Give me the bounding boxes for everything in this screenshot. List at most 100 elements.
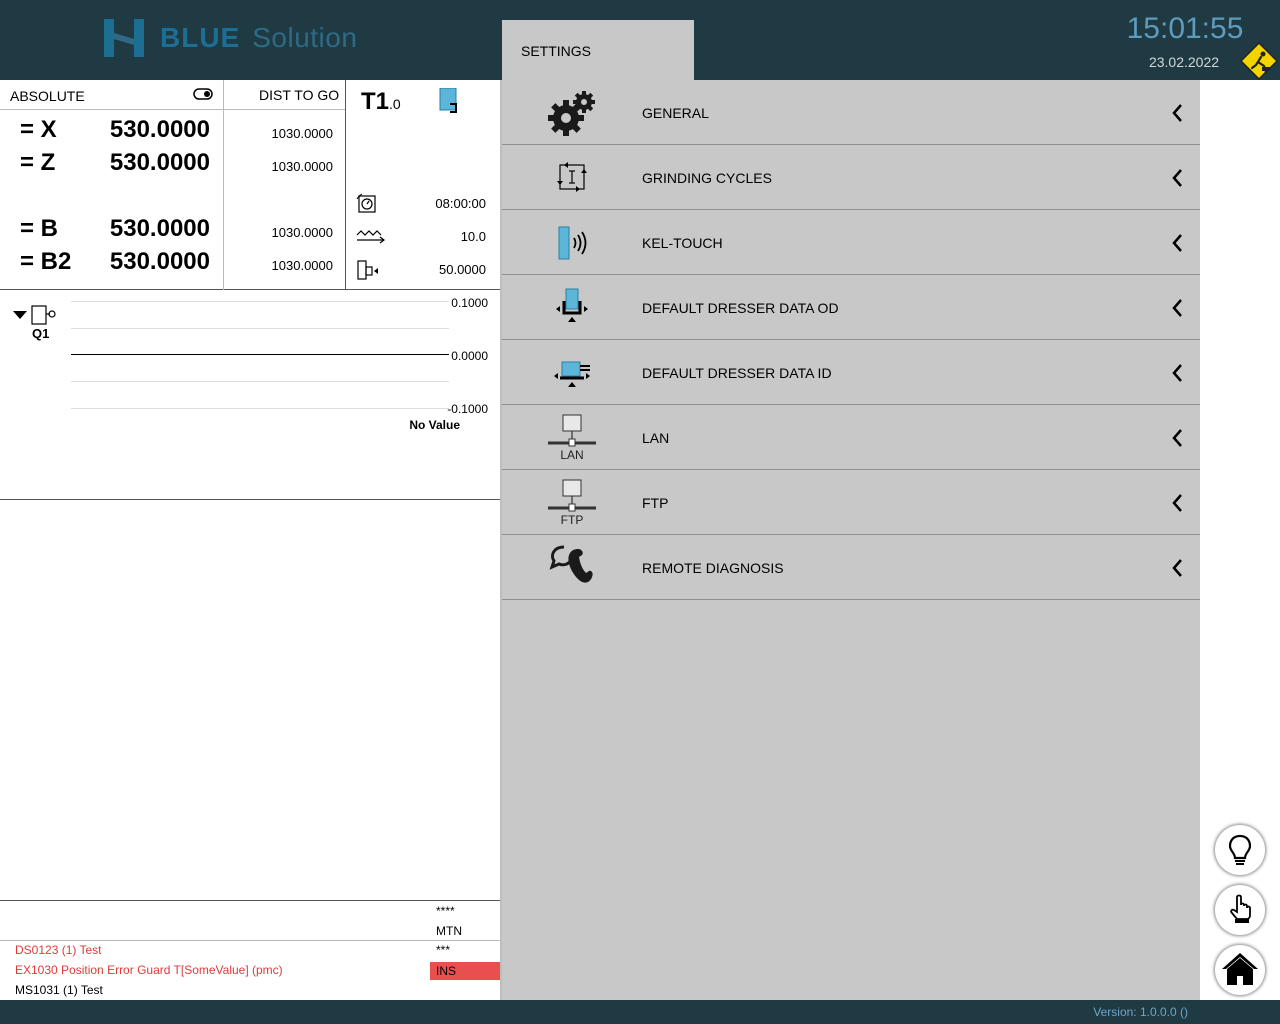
brand-logo: BLUE Solution <box>104 18 357 58</box>
axis-row-b2: = B2 530.0000 <box>0 248 224 278</box>
tool-info: T1.0 08:00:00 10.0 50.0000 <box>346 80 500 290</box>
axis-value: 530.0000 <box>109 116 210 143</box>
ftp-icon-caption: FTP <box>561 513 584 527</box>
chevron-left-icon <box>1172 169 1182 187</box>
axis-row-z: = Z 530.0000 <box>0 149 224 179</box>
axis-name: = B2 <box>20 248 72 275</box>
dresser-od-icon <box>556 288 588 322</box>
settings-item-label: GENERAL <box>642 105 709 121</box>
settings-item-ftp[interactable]: FTP FTP <box>502 470 1200 535</box>
chevron-left-icon <box>1172 494 1182 512</box>
message-list: **** MTN *** DS0123 (1) Test EX1030 Posi… <box>0 900 500 1000</box>
axis-value: 530.0000 <box>109 215 210 242</box>
settings-item-kel-touch[interactable]: KEL-TOUCH <box>502 210 1200 275</box>
position-display: ABSOLUTE = X 530.0000 = Z 530.0000 = B 5… <box>0 80 500 290</box>
settings-item-lan[interactable]: LAN LAN <box>502 405 1200 470</box>
cycle-time-row: 08:00:00 <box>356 193 486 215</box>
message-separator <box>0 940 500 941</box>
graph-zero-line <box>71 354 449 355</box>
axis-name: = B <box>20 215 59 242</box>
grinding-wheel-icon <box>439 88 457 113</box>
dist-to-go-b2: 1030.0000 <box>271 258 333 273</box>
manual-operation-button[interactable] <box>1215 885 1265 935</box>
hint-button[interactable] <box>1215 825 1265 875</box>
graph-gridline <box>71 328 449 329</box>
graph-gridline <box>71 381 449 382</box>
settings-item-dresser-od[interactable]: DEFAULT DRESSER DATA OD <box>502 275 1200 340</box>
cycle-time-value: 08:00:00 <box>435 196 486 211</box>
axis-row-b: = B 530.0000 <box>0 215 224 245</box>
dresser-id-icon <box>554 361 590 387</box>
settings-item-label: KEL-TOUCH <box>642 235 723 251</box>
settings-item-label: FTP <box>642 495 669 511</box>
position-value: 50.0000 <box>439 262 486 277</box>
chevron-left-icon <box>1172 429 1182 447</box>
gauge-sensor-icon <box>31 305 56 325</box>
chevron-left-icon <box>1172 234 1182 252</box>
axis-name: = Z <box>20 149 56 176</box>
toggle-icon[interactable] <box>193 88 213 100</box>
message-item[interactable]: EX1030 Position Error Guard T[SomeValue]… <box>15 963 283 977</box>
settings-item-remote-diagnosis[interactable]: REMOTE DIAGNOSIS <box>502 535 1200 600</box>
status-mtn: MTN <box>436 924 462 938</box>
message-item[interactable]: MS1031 (1) Test <box>15 983 103 997</box>
dist-to-go-b: 1030.0000 <box>271 225 333 240</box>
clock-date: 23.02.2022 <box>1148 54 1220 70</box>
graph-gridline <box>71 408 449 409</box>
footer-bar: Version: 1.0.0.0 () <box>0 1000 1280 1024</box>
settings-item-label: REMOTE DIAGNOSIS <box>642 560 784 576</box>
absolute-header: ABSOLUTE <box>0 80 223 110</box>
dist-to-go-column: DIST TO GO 1030.0000 1030.0000 1030.0000… <box>224 80 346 290</box>
graph-gridline <box>71 301 449 302</box>
feed-rate-value: 10.0 <box>460 229 486 244</box>
workpiece-position-icon <box>357 260 378 280</box>
graph-top-label: 0.1000 <box>451 296 488 310</box>
axis-value: 530.0000 <box>109 248 210 275</box>
position-row: 50.0000 <box>356 259 486 281</box>
settings-item-grinding-cycles[interactable]: GRINDING CYCLES <box>502 145 1200 210</box>
lan-icon-caption: LAN <box>560 448 583 462</box>
settings-item-general[interactable]: GENERAL <box>502 80 1200 145</box>
settings-item-label: LAN <box>642 430 670 446</box>
brand-name-light: Solution <box>252 22 358 53</box>
dist-to-go-header: DIST TO GO <box>224 80 345 110</box>
maintenance-warning-icon[interactable] <box>1240 42 1278 80</box>
settings-item-dresser-id[interactable]: DEFAULT DRESSER DATA ID <box>502 340 1200 405</box>
graph-status: No Value <box>409 418 460 432</box>
clock-time: 15:01:55 <box>1126 12 1244 45</box>
tab-settings[interactable]: SETTINGS <box>502 20 694 80</box>
remote-diagnosis-icon <box>549 545 593 583</box>
settings-item-label: DEFAULT DRESSER DATA ID <box>642 365 832 381</box>
version-label: Version: 1.0.0.0 () <box>1093 1005 1188 1019</box>
axis-name: = X <box>20 116 57 143</box>
axis-row-x: = X 530.0000 <box>0 116 224 146</box>
ftp-icon: FTP <box>548 479 596 527</box>
status-stars-mid: *** <box>436 943 451 957</box>
message-item[interactable]: DS0123 (1) Test <box>15 943 102 957</box>
absolute-column: ABSOLUTE = X 530.0000 = Z 530.0000 = B 5… <box>0 80 224 290</box>
grinding-cycles-icon <box>557 162 587 192</box>
machine-status-panel: ABSOLUTE = X 530.0000 = Z 530.0000 = B 5… <box>0 80 500 1000</box>
chevron-left-icon <box>1172 104 1182 122</box>
status-ins-badge: INS <box>430 962 500 980</box>
dist-to-go-x: 1030.0000 <box>271 126 333 141</box>
axis-value: 530.0000 <box>109 149 210 176</box>
lightbulb-icon <box>1228 834 1252 865</box>
collapse-triangle-icon[interactable] <box>12 310 28 320</box>
header-bar: BLUE Solution SETTINGS 15:01:55 23.02.20… <box>0 0 1280 80</box>
status-stars-top: **** <box>436 904 455 918</box>
lan-icon: LAN <box>548 414 596 462</box>
tool-number: T1.0 <box>361 88 401 116</box>
home-button[interactable] <box>1215 945 1265 995</box>
feed-rate-icon <box>356 230 385 244</box>
tool-name-text: T1 <box>361 88 390 115</box>
gauge-label: Q1 <box>32 326 50 341</box>
chevron-left-icon <box>1172 299 1182 317</box>
brand-name-bold: BLUE <box>160 22 241 53</box>
settings-item-label: GRINDING CYCLES <box>642 170 772 186</box>
home-icon <box>1222 953 1258 985</box>
settings-item-label: DEFAULT DRESSER DATA OD <box>642 300 839 316</box>
measurement-graph: Q1 0.1000 0.0000 -0.1000 No Value <box>0 290 500 500</box>
tool-sub-number: .0 <box>389 96 401 112</box>
settings-panel: GENERAL GRINDING CYCLES KEL-TOUCH DEFAUL… <box>500 80 1200 1000</box>
